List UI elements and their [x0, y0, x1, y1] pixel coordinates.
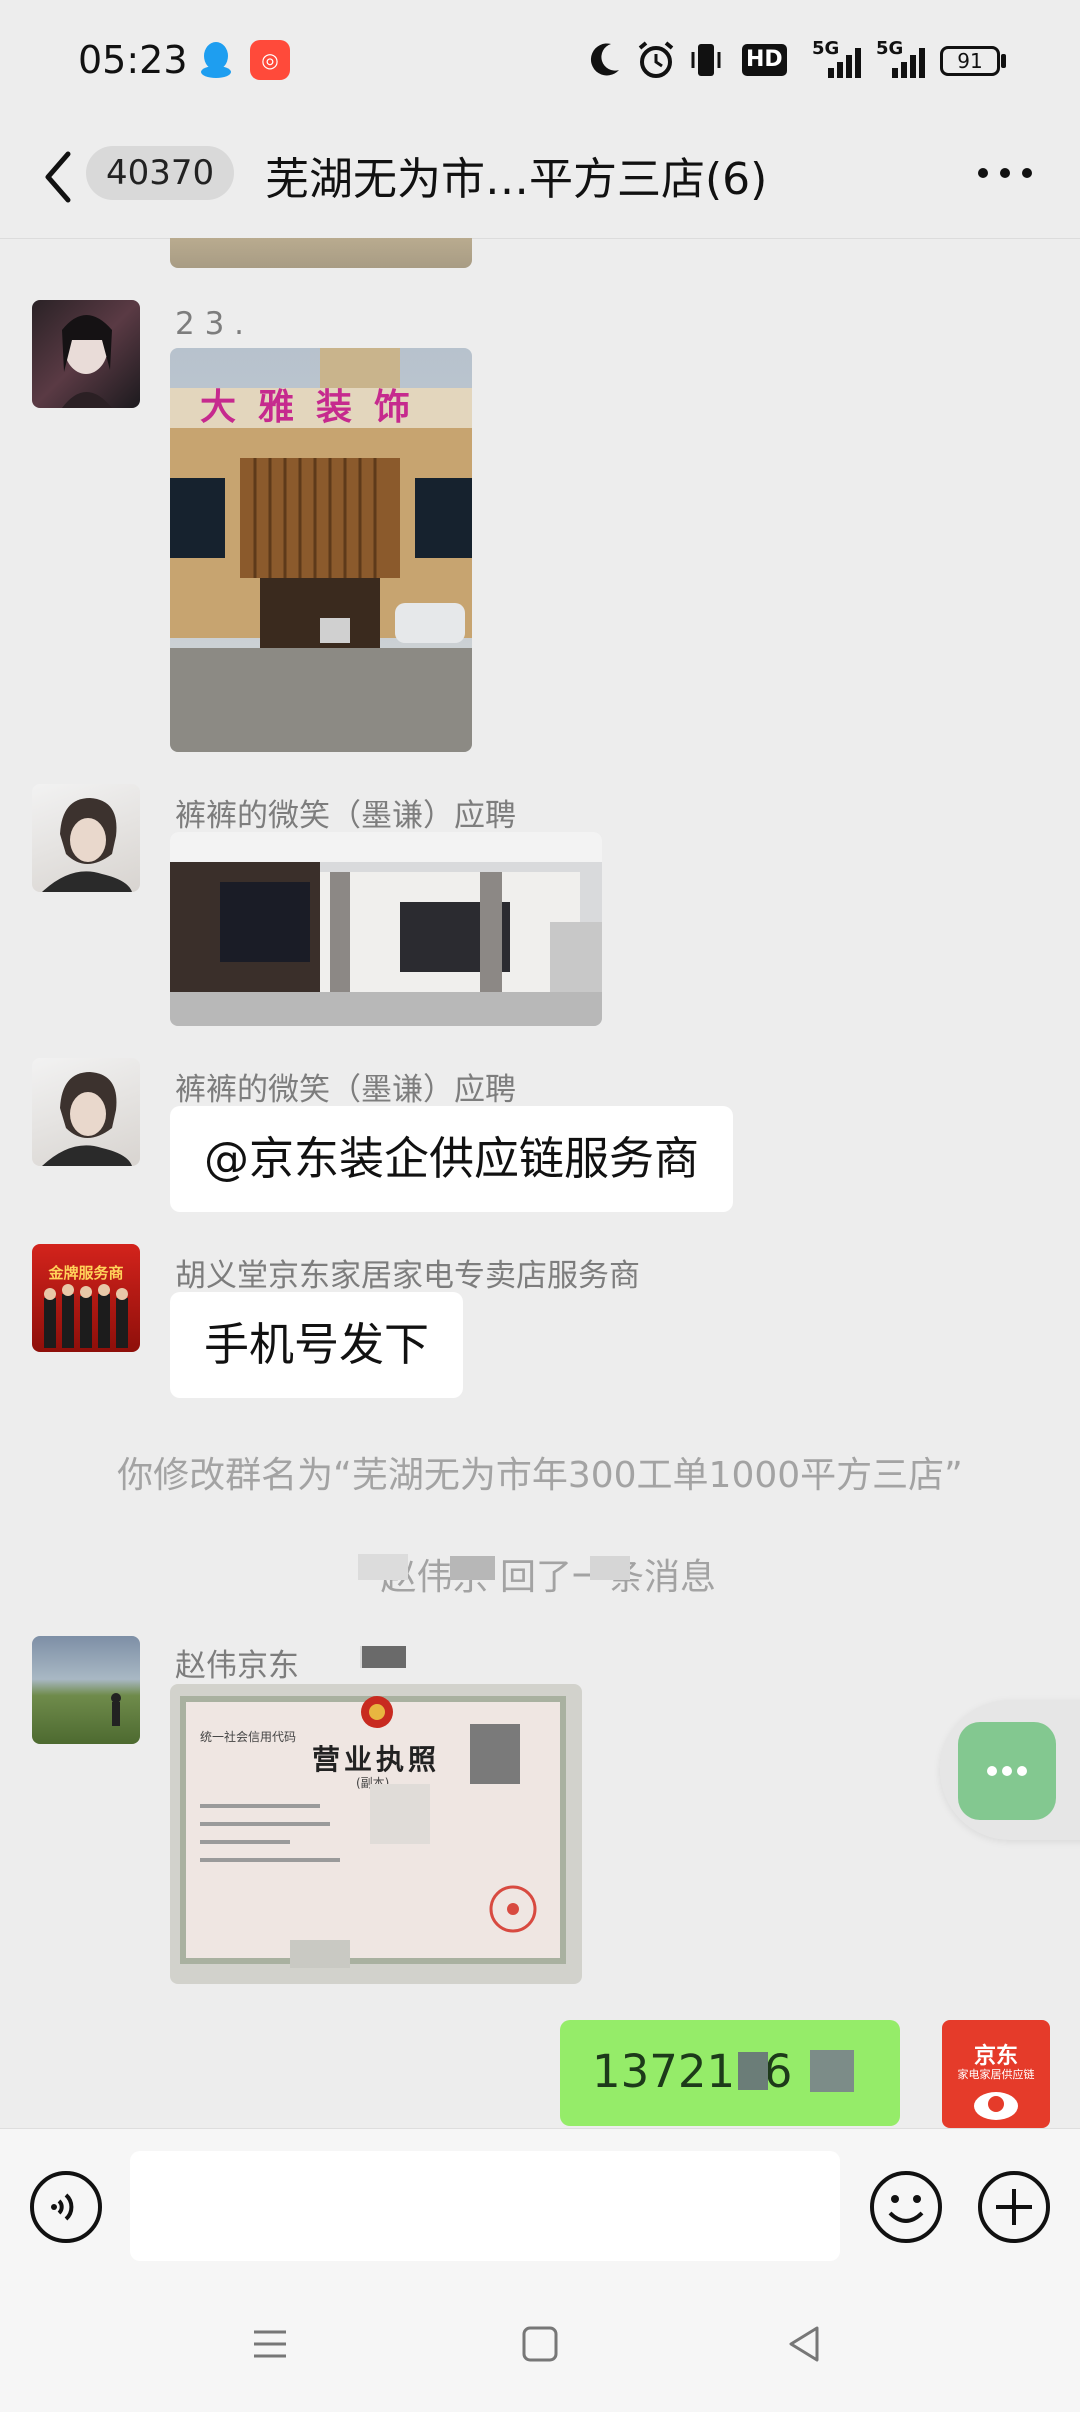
signal-icon-2: [892, 48, 925, 78]
battery-level: 91: [957, 49, 983, 73]
status-time: 05:23: [78, 38, 188, 82]
back-nav-icon[interactable]: [785, 2324, 825, 2364]
status-bar: 05:23 ◎ HD 5G 5G 91: [0, 0, 1080, 120]
system-message-rename: 你修改群名为“芜湖无为市年300工单1000平方三店”: [117, 1455, 963, 1496]
app-badge-icon: ◎: [250, 40, 290, 80]
vibrate-icon: [691, 44, 721, 76]
system-message-recall: "赵伟京 回了一条消息: [363, 1557, 716, 1598]
chat-title: 芜湖无为市…平方三店(6): [265, 154, 768, 205]
menu-icon[interactable]: [250, 2324, 290, 2364]
sender-name: 胡义堂京东家居家电专卖店服务商: [175, 1258, 640, 1294]
avatar-caption: 金牌服务商: [48, 1264, 124, 1282]
image-message-showroom[interactable]: [170, 832, 602, 1026]
mosaic-redaction: [590, 1556, 630, 1580]
mosaic-redaction: [450, 1556, 495, 1580]
moon-icon: [590, 43, 619, 76]
alarm-icon: [638, 41, 674, 78]
sender-name: 裤裤的微笑（墨谦）应聘: [175, 798, 516, 834]
avatar[interactable]: [32, 1636, 140, 1744]
battery-icon: 91: [940, 46, 1000, 76]
sender-name: 裤裤的微笑（墨谦）应聘: [175, 1072, 516, 1108]
back-arrow-icon[interactable]: [38, 148, 82, 206]
official-seal-icon: [489, 1885, 537, 1933]
unread-count-badge[interactable]: 40370: [86, 146, 235, 200]
outgoing-bubble[interactable]: 1372126: [560, 2020, 900, 2126]
system-nav-bar: [0, 2284, 1080, 2412]
image-message-business-license[interactable]: 统一社会信用代码 营业执照 (副本): [170, 1684, 582, 1984]
storefront-sign: 大雅装饰: [200, 387, 433, 428]
avatar[interactable]: 金牌服务商: [32, 1244, 140, 1352]
plus-icon[interactable]: [976, 2169, 1052, 2245]
qq-icon: [201, 42, 231, 78]
avatar[interactable]: [32, 784, 140, 892]
my-avatar[interactable]: 京东 家电家居供应链: [942, 2020, 1050, 2128]
emoji-icon[interactable]: [868, 2169, 944, 2245]
more-options-icon[interactable]: [975, 158, 1035, 188]
mosaic-redaction: [470, 1724, 520, 1784]
license-title: 营业执照: [312, 1743, 441, 1776]
home-icon[interactable]: [520, 2324, 560, 2364]
avatar[interactable]: [32, 1058, 140, 1166]
avatar-subtitle: 家电家居供应链: [957, 2068, 1035, 2081]
avatar[interactable]: [32, 300, 140, 408]
voice-icon[interactable]: [28, 2169, 104, 2245]
hd-icon: HD: [742, 44, 787, 76]
floating-chat-button[interactable]: [958, 1722, 1056, 1820]
mosaic-redaction: [738, 2052, 768, 2090]
input-bar: [0, 2128, 1080, 2285]
image-message-storefront[interactable]: 大雅装饰: [170, 348, 472, 752]
national-emblem-icon: [361, 1696, 393, 1728]
mosaic-redaction: [290, 1940, 350, 1968]
sender-name: 赵伟京东: [175, 1648, 299, 1684]
sender-name: 2 3 .: [175, 306, 245, 342]
license-code-label: 统一社会信用代码: [200, 1730, 297, 1744]
license-fields: [200, 1794, 340, 1894]
text-message[interactable]: @京东装企供应链服务商: [170, 1106, 734, 1212]
text-message[interactable]: 手机号发下: [170, 1292, 464, 1398]
previous-image-message[interactable]: [170, 238, 472, 268]
message-input[interactable]: [130, 2151, 840, 2261]
mosaic-redaction: [358, 1554, 408, 1580]
mosaic-redaction: [362, 1646, 406, 1668]
mosaic-redaction: [370, 1784, 430, 1844]
more-dots-icon: [987, 1766, 1027, 1776]
signal-icon: [828, 48, 861, 78]
mosaic-redaction: [810, 2050, 854, 2092]
battery-tip: [1001, 54, 1006, 68]
